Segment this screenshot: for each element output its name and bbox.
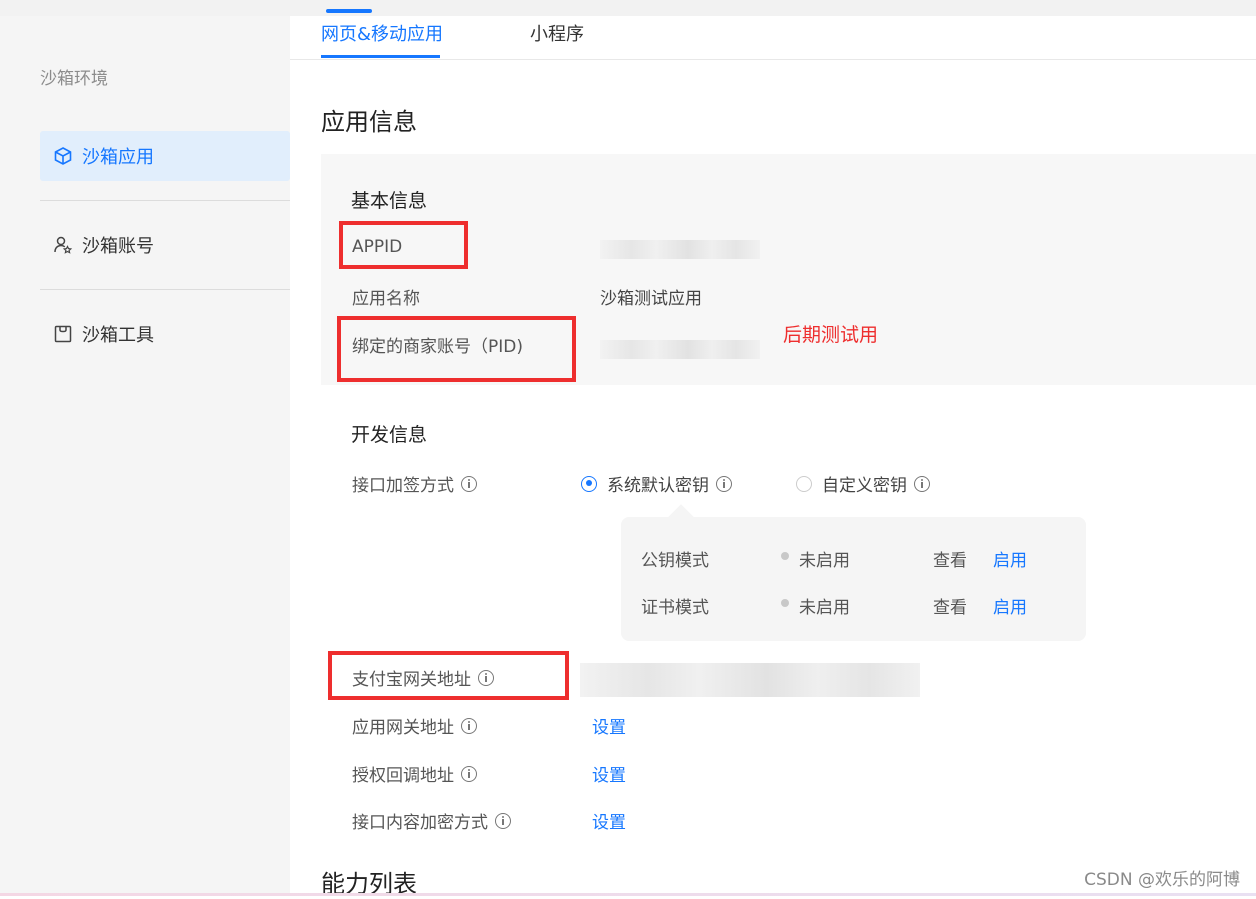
- sidebar-divider: [40, 289, 290, 290]
- sidebar-title: 沙箱环境: [40, 69, 108, 89]
- sign-method-text: 接口加签方式: [352, 476, 454, 496]
- watermark: CSDN @欢乐的阿博: [1084, 870, 1240, 890]
- radio-checked-icon: [581, 475, 597, 492]
- encrypt-set-link[interactable]: 设置: [592, 808, 626, 833]
- cube-icon: [52, 145, 74, 167]
- radio-default-key[interactable]: 系统默认密钥: [581, 471, 732, 496]
- radio-custom-key[interactable]: 自定义密钥: [796, 471, 930, 496]
- info-icon[interactable]: [914, 475, 930, 492]
- mode-name-cert: 证书模式: [641, 598, 709, 618]
- mode-status-public-key: 未启用: [799, 551, 850, 571]
- encrypt-label: 接口内容加密方式: [352, 808, 511, 833]
- tab-mini-program[interactable]: 小程序: [530, 20, 584, 46]
- basic-info-title: 基本信息: [351, 190, 428, 212]
- user-star-icon: [52, 234, 74, 256]
- tab-active-indicator: [321, 55, 440, 58]
- highlight-box-appid: [339, 221, 468, 269]
- mode-status-cert: 未启用: [799, 598, 850, 618]
- sidebar-item-label: 沙箱账号: [82, 236, 154, 257]
- annotation-later-testing: 后期测试用: [783, 324, 879, 346]
- sidebar-divider: [40, 200, 290, 201]
- sidebar-item-sandbox-app[interactable]: 沙箱应用: [40, 131, 290, 181]
- sidebar-item-sandbox-account[interactable]: 沙箱账号: [40, 220, 290, 270]
- status-dot: [781, 599, 789, 607]
- callback-label-text: 授权回调地址: [352, 766, 454, 786]
- info-icon[interactable]: [461, 717, 477, 734]
- sidebar-item-label: 沙箱工具: [82, 325, 154, 346]
- status-dot: [781, 552, 789, 560]
- pid-value-redacted: [600, 340, 760, 359]
- highlight-box-gateway: [328, 651, 569, 700]
- enable-public-key-link[interactable]: 启用: [993, 546, 1027, 571]
- info-icon[interactable]: [461, 765, 477, 782]
- view-public-key-link[interactable]: 查看: [933, 546, 967, 571]
- sign-method-label: 接口加签方式: [352, 471, 477, 496]
- info-icon[interactable]: [461, 475, 477, 492]
- app-gateway-label-text: 应用网关地址: [352, 718, 454, 738]
- tab-bar: 网页&移动应用 小程序: [290, 16, 1256, 60]
- section-title-app-info: 应用信息: [321, 108, 417, 136]
- bag-icon: [52, 323, 74, 345]
- callback-set-link[interactable]: 设置: [592, 761, 626, 786]
- app-name-label: 应用名称: [352, 289, 420, 309]
- gateway-value-redacted: [580, 663, 920, 697]
- app-name-value: 沙箱测试应用: [600, 289, 702, 309]
- app-gateway-label: 应用网关地址: [352, 713, 477, 738]
- radio-unchecked-icon: [796, 475, 812, 492]
- callback-label: 授权回调地址: [352, 761, 477, 786]
- sidebar-item-sandbox-tools[interactable]: 沙箱工具: [40, 309, 290, 359]
- highlight-box-pid: [337, 316, 576, 382]
- top-strip: [0, 0, 1256, 16]
- sidebar-item-label: 沙箱应用: [82, 147, 154, 168]
- info-icon[interactable]: [495, 812, 511, 829]
- radio-custom-label: 自定义密钥: [822, 476, 907, 496]
- tab-web-mobile[interactable]: 网页&移动应用: [321, 20, 443, 46]
- dev-info-title: 开发信息: [351, 424, 428, 446]
- scroll-indicator: [326, 9, 372, 13]
- enable-cert-link[interactable]: 启用: [993, 593, 1027, 618]
- view-cert-link[interactable]: 查看: [933, 593, 967, 618]
- appid-value-redacted: [600, 240, 760, 259]
- radio-default-label: 系统默认密钥: [607, 476, 709, 496]
- mode-name-public-key: 公钥模式: [641, 551, 709, 571]
- info-icon[interactable]: [716, 475, 732, 492]
- app-gateway-set-link[interactable]: 设置: [592, 713, 626, 738]
- sidebar: 沙箱环境 沙箱应用 沙箱账号 沙箱工具: [0, 16, 290, 896]
- key-mode-box: [621, 517, 1086, 641]
- encrypt-label-text: 接口内容加密方式: [352, 813, 488, 833]
